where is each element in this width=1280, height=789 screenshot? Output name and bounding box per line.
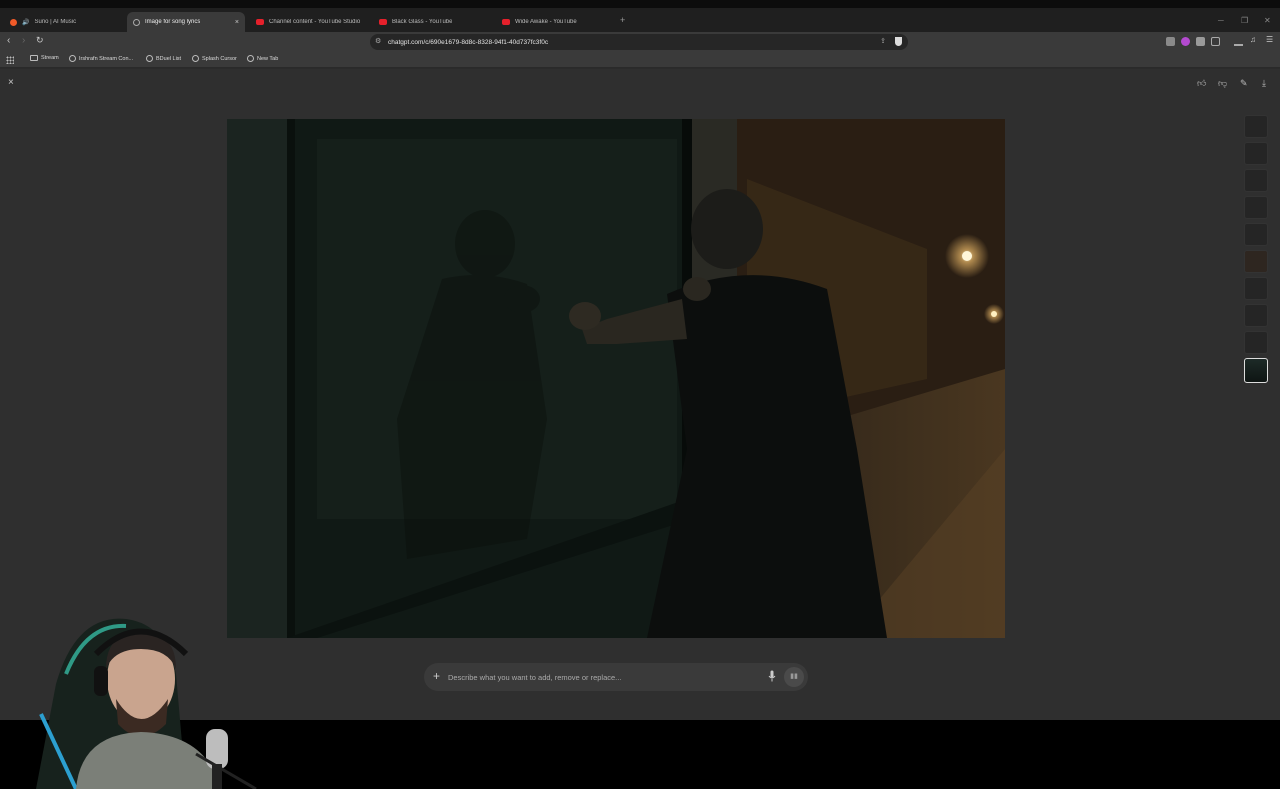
streamer-webcam-image bbox=[36, 618, 257, 789]
tab-label: Suno | AI Music bbox=[34, 19, 77, 25]
bookmark-splash-cursor[interactable]: Splash Cursor bbox=[192, 55, 237, 62]
suno-icon bbox=[10, 18, 17, 26]
microphone-icon[interactable] bbox=[768, 670, 776, 682]
thumbnail[interactable] bbox=[1244, 277, 1268, 300]
bookmark-label: Irshrafn Stream Con... bbox=[79, 55, 134, 62]
tab-label: Channel content - YouTube Studio bbox=[269, 19, 361, 25]
extension-icon[interactable] bbox=[1166, 37, 1175, 46]
sidebar-icon[interactable] bbox=[1211, 37, 1220, 46]
thumbnail[interactable] bbox=[1244, 304, 1268, 327]
close-tab-icon[interactable]: × bbox=[235, 19, 239, 26]
thumbnail[interactable] bbox=[1244, 250, 1268, 273]
bookmark-label: Splash Cursor bbox=[202, 55, 237, 62]
thumbnail[interactable] bbox=[1244, 196, 1268, 219]
bookmark-stream-con[interactable]: Irshrafn Stream Con... bbox=[69, 55, 133, 62]
thumbnail[interactable] bbox=[1244, 169, 1268, 192]
tab-label: Wide Awake - YouTube bbox=[515, 19, 577, 25]
forward-icon[interactable]: › bbox=[22, 35, 25, 46]
thumbs-down-icon[interactable]: 👎︎ bbox=[1218, 78, 1227, 89]
voice-mode-icon[interactable]: ▮▮ bbox=[784, 667, 804, 687]
globe-icon bbox=[69, 55, 76, 62]
shield-icon[interactable] bbox=[895, 37, 902, 46]
globe-icon bbox=[247, 55, 254, 62]
download-icon[interactable]: ⤓ bbox=[1262, 78, 1266, 89]
extensions-puzzle-icon[interactable] bbox=[1196, 37, 1205, 46]
edit-prompt-bar: + ▮▮ bbox=[424, 663, 808, 691]
address-bar[interactable]: ⚙ chatgpt.com/c/690e1679-8d8c-8328-94f1-… bbox=[370, 34, 908, 50]
bookmark-label: Stream bbox=[41, 55, 59, 61]
generated-image[interactable] bbox=[227, 119, 1005, 638]
thumbnail[interactable] bbox=[1244, 115, 1268, 138]
globe-icon bbox=[192, 55, 199, 62]
folder-icon bbox=[30, 55, 38, 61]
close-window-icon[interactable]: ✕ bbox=[1264, 16, 1271, 25]
thumbnail-rail bbox=[1244, 115, 1270, 387]
extension-icon[interactable] bbox=[1181, 37, 1190, 46]
globe-icon bbox=[146, 55, 153, 62]
webcam-overlay bbox=[36, 614, 296, 789]
browser-window: 🔊 Suno | AI Music Image for song lyrics … bbox=[0, 0, 1280, 789]
tab-wide-awake[interactable]: Wide Awake - YouTube bbox=[496, 12, 614, 32]
browser-toolbar: ‹ › ↻ ⚙ chatgpt.com/c/690e1679-8d8c-8328… bbox=[0, 32, 1280, 52]
speaker-icon[interactable]: 🔊 bbox=[22, 19, 29, 26]
globe-icon bbox=[133, 18, 140, 26]
reload-icon[interactable]: ↻ bbox=[36, 35, 44, 46]
bookmark-stream[interactable]: Stream bbox=[30, 55, 59, 61]
tab-youtube-studio[interactable]: Channel content - YouTube Studio bbox=[250, 12, 368, 32]
image-viewer: × 👍︎ 👎︎ ✎ ⤓ + Describe what you want to … bbox=[0, 69, 1280, 789]
bookmark-label: BDuel List bbox=[156, 55, 182, 62]
add-icon[interactable]: + bbox=[433, 669, 440, 683]
close-icon[interactable]: × bbox=[8, 77, 14, 88]
thumbnail[interactable] bbox=[1244, 223, 1268, 246]
edit-prompt-input[interactable] bbox=[448, 669, 748, 685]
bookmarks-bar: Stream Irshrafn Stream Con... BDuel List… bbox=[0, 52, 1280, 68]
thumbnail[interactable] bbox=[1244, 142, 1268, 165]
edit-icon[interactable]: ✎ bbox=[1240, 78, 1248, 89]
menu-icon[interactable]: ☰ bbox=[1266, 35, 1273, 44]
boxer-reflection-image bbox=[227, 119, 1005, 638]
bookmark-new-tab[interactable]: New Tab bbox=[247, 55, 278, 62]
address-text: chatgpt.com/c/690e1679-8d8c-8328-94f1-40… bbox=[388, 38, 549, 46]
thumbs-up-icon[interactable]: 👍︎ bbox=[1197, 78, 1206, 89]
youtube-icon bbox=[256, 19, 264, 25]
new-tab-button[interactable]: + bbox=[620, 15, 625, 25]
media-icon[interactable]: ♫ bbox=[1250, 35, 1256, 44]
tab-label: Black Glass - YouTube bbox=[392, 19, 453, 25]
tab-label: Image for song lyrics bbox=[145, 19, 201, 25]
minimize-icon[interactable]: ─ bbox=[1218, 16, 1224, 25]
share-icon[interactable]: ⇪ bbox=[880, 37, 886, 45]
thumbnail-selected[interactable] bbox=[1244, 358, 1268, 383]
tab-strip: 🔊 Suno | AI Music Image for song lyrics … bbox=[0, 8, 1280, 32]
thumbnail[interactable] bbox=[1244, 331, 1268, 354]
youtube-icon bbox=[502, 19, 510, 25]
downloads-icon[interactable] bbox=[1234, 37, 1243, 46]
tab-image-for-song-lyrics[interactable]: Image for song lyrics × bbox=[127, 12, 245, 32]
bookmark-bduel-list[interactable]: BDuel List bbox=[146, 55, 181, 62]
tab-black-glass[interactable]: Black Glass - YouTube bbox=[373, 12, 491, 32]
maximize-icon[interactable]: ❐ bbox=[1241, 16, 1248, 25]
apps-grid-icon[interactable] bbox=[6, 56, 14, 64]
back-icon[interactable]: ‹ bbox=[7, 35, 10, 46]
site-settings-icon[interactable]: ⚙ bbox=[375, 37, 381, 45]
youtube-icon bbox=[379, 19, 387, 25]
tab-suno[interactable]: 🔊 Suno | AI Music bbox=[4, 12, 122, 32]
bookmark-label: New Tab bbox=[257, 55, 279, 62]
